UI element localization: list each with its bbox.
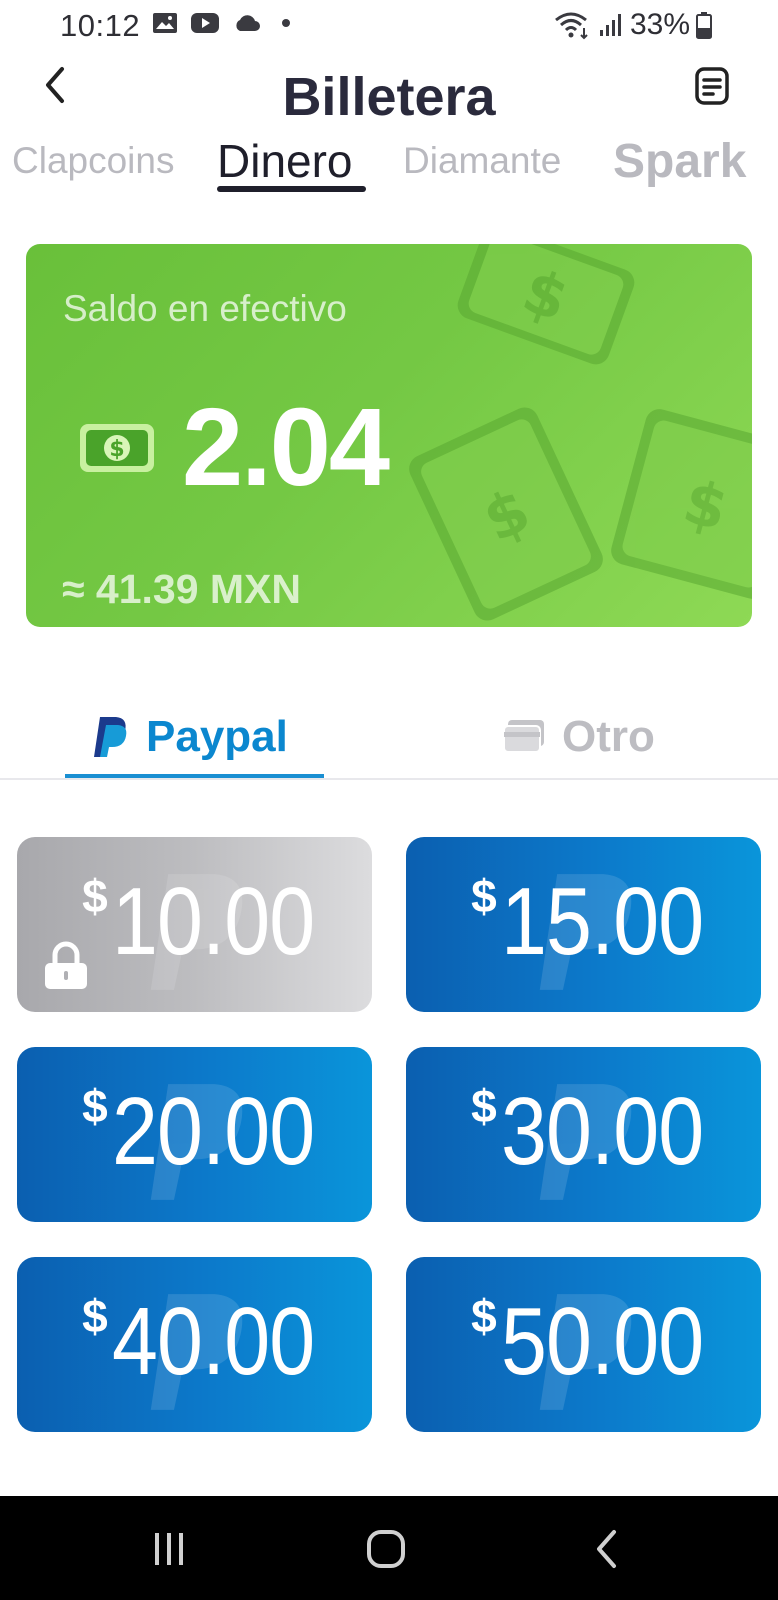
otro-label: Otro (562, 712, 655, 761)
amount-button-30[interactable]: $30.00 (406, 1047, 761, 1222)
amount-value: 30.00 (500, 1078, 704, 1185)
amount-button-15[interactable]: $15.00 (406, 837, 761, 1012)
wallet-tabs: Clapcoins Dinero Diamante Spark (0, 128, 778, 198)
signal-icon (599, 14, 621, 36)
system-navigation-bar (0, 1496, 778, 1600)
cash-icon: $ (80, 424, 154, 472)
amount-currency: $ (82, 870, 108, 922)
amount-button-50[interactable]: $50.00 (406, 1257, 761, 1432)
amount-value: 50.00 (500, 1288, 704, 1395)
notification-icons (152, 12, 290, 34)
amount-button-20[interactable]: $20.00 (17, 1047, 372, 1222)
card-icon (503, 720, 544, 753)
paypal-icon (94, 717, 127, 757)
tab-dinero[interactable]: Dinero (217, 134, 353, 188)
amount-currency: $ (471, 870, 497, 922)
amount-value: 10.00 (111, 868, 315, 975)
battery-level: 33% (629, 8, 690, 41)
amount-value: 20.00 (111, 1078, 315, 1185)
tab-spark[interactable]: Spark (613, 134, 746, 189)
active-tab-indicator (217, 186, 366, 192)
svg-text:$: $ (109, 437, 124, 462)
balance-label: Saldo en efectivo (63, 288, 347, 329)
home-icon (367, 1530, 405, 1568)
amount-value: 40.00 (111, 1288, 315, 1395)
amount-button-40[interactable]: $40.00 (17, 1257, 372, 1432)
nav-back-button[interactable] (582, 1526, 632, 1572)
home-button[interactable] (361, 1526, 411, 1572)
back-arrow-icon (597, 1530, 616, 1568)
payment-method-tabs: Paypal Otro (0, 706, 778, 780)
amount-currency: $ (471, 1080, 497, 1132)
youtube-icon (191, 13, 219, 33)
amount-value: 15.00 (500, 868, 704, 975)
gallery-icon (153, 13, 177, 33)
balance-converted: ≈ 41.39 MXN (62, 566, 301, 612)
wifi-icon (555, 12, 588, 40)
status-bar: 10:12 33% (0, 0, 778, 56)
cloud-icon (236, 15, 260, 31)
amount-button-10[interactable]: $10.00 (17, 837, 372, 1012)
more-notifications-icon (282, 19, 290, 27)
system-icons: 33% (554, 8, 712, 42)
balance-card: $ $ $ Saldo en efectivo $ 2.04 ≈ 41.39 M… (26, 244, 752, 627)
tab-diamante[interactable]: Diamante (403, 140, 561, 182)
balance-amount: 2.04 (182, 386, 390, 509)
recent-apps-button[interactable] (144, 1526, 194, 1572)
page-title: Billetera (282, 67, 496, 127)
amount-currency: $ (82, 1080, 108, 1132)
amount-currency: $ (471, 1290, 497, 1342)
tab-clapcoins[interactable]: Clapcoins (12, 140, 174, 182)
recent-apps-icon (155, 1533, 183, 1565)
status-time: 10:12 (60, 8, 141, 43)
amount-currency: $ (82, 1290, 108, 1342)
lock-icon (45, 941, 87, 989)
tab-paypal[interactable]: Paypal (92, 712, 288, 762)
active-method-indicator (65, 774, 324, 778)
paypal-label: Paypal (146, 712, 288, 761)
tab-otro[interactable]: Otro (502, 712, 655, 762)
battery-icon (696, 12, 712, 39)
transaction-history-button[interactable] (694, 66, 734, 106)
document-list-icon (695, 67, 729, 105)
